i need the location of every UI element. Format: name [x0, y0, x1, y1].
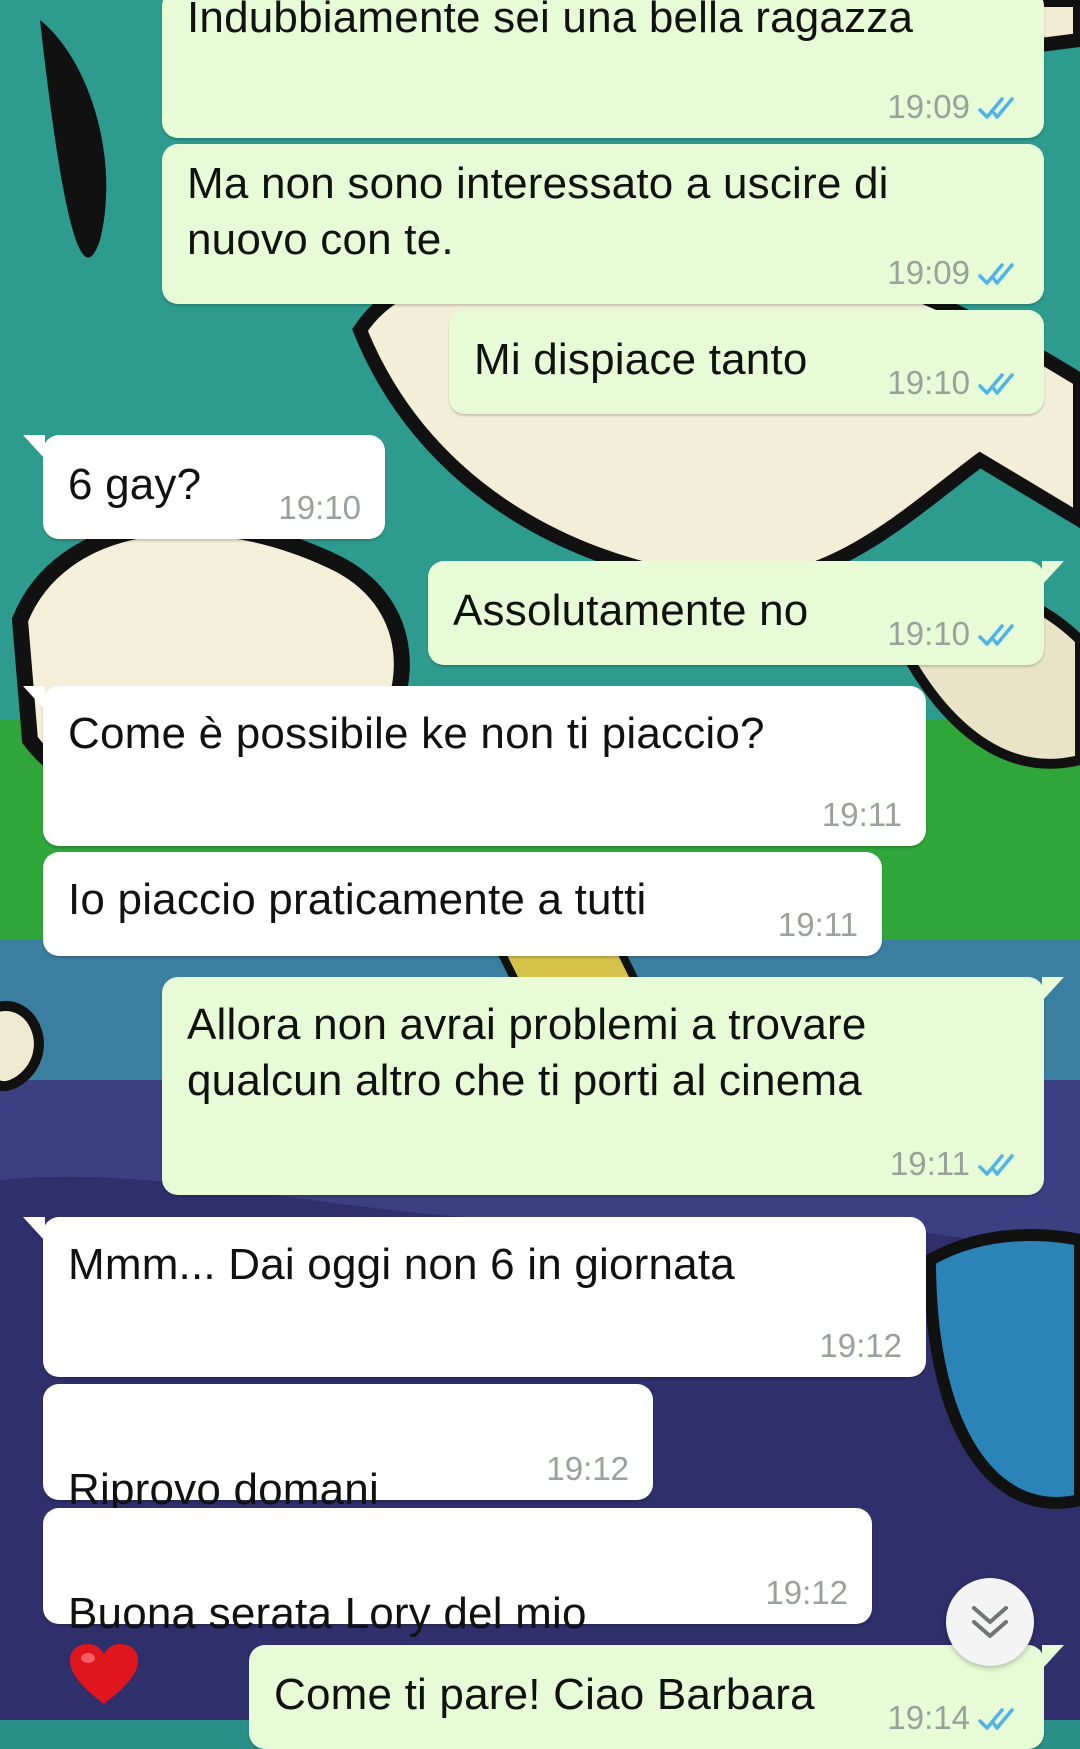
- read-double-check-icon: [978, 1154, 1014, 1176]
- message-bubble-incoming[interactable]: 6 gay? 19:10: [23, 435, 385, 539]
- message-bubble-incoming[interactable]: Buona serata Lory del mio 19:12: [43, 1508, 872, 1704]
- message-bubble-incoming[interactable]: Come è possibile ke non ti piaccio? 19:1…: [23, 686, 926, 846]
- scroll-to-bottom-button[interactable]: [946, 1578, 1034, 1666]
- message-meta: 19:11: [778, 906, 858, 944]
- message-time: 19:12: [546, 1450, 629, 1487]
- read-double-check-icon: [978, 1708, 1014, 1730]
- message-text: Ma non sono interessato a uscire di nuov…: [187, 159, 889, 264]
- message-time: 19:12: [765, 1574, 848, 1611]
- message-meta: 19:11: [890, 1145, 1022, 1183]
- message-bubble-outgoing[interactable]: Allora non avrai problemi a trovare qual…: [162, 977, 1064, 1195]
- read-double-check-icon: [978, 263, 1014, 285]
- message-meta: 19:09: [887, 88, 1022, 126]
- read-double-check-icon: [978, 373, 1014, 395]
- message-meta: 19:12: [819, 1327, 902, 1365]
- message-meta: 19:09: [887, 254, 1022, 292]
- message-time: 19:11: [889, 1145, 970, 1182]
- message-meta: 19:10: [887, 364, 1022, 402]
- message-text-content: Buona serata Lory del mio: [68, 1589, 587, 1638]
- message-bubble-outgoing[interactable]: Come ti pare! Ciao Barbara 19:14: [249, 1645, 1064, 1749]
- read-double-check-icon: [978, 97, 1014, 119]
- message-bubble-outgoing[interactable]: Indubbiamente sei una bella ragazza 19:0…: [162, 0, 1044, 138]
- message-time: 19:14: [887, 1699, 970, 1736]
- red-heart-icon: [70, 1644, 138, 1704]
- message-bubble-outgoing[interactable]: Mi dispiace tanto 19:10: [449, 310, 1044, 414]
- message-text: Come è possibile ke non ti piaccio?: [68, 709, 765, 758]
- message-text: Mi dispiace tanto: [474, 335, 808, 384]
- message-meta: 19:10: [278, 489, 361, 527]
- message-bubble-incoming[interactable]: Io piaccio praticamente a tutti 19:11: [43, 852, 882, 956]
- message-text: 6 gay?: [68, 460, 202, 509]
- message-bubble-outgoing[interactable]: Ma non sono interessato a uscire di nuov…: [162, 144, 1044, 304]
- message-time: 19:12: [819, 1327, 902, 1364]
- message-time: 19:09: [887, 88, 970, 125]
- message-meta: 19:12: [765, 1574, 848, 1612]
- message-time: 19:09: [887, 254, 970, 291]
- message-bubble-outgoing[interactable]: Assolutamente no 19:10: [428, 561, 1064, 665]
- message-time: 19:10: [887, 364, 970, 401]
- read-double-check-icon: [978, 624, 1014, 646]
- message-text: Come ti pare! Ciao Barbara: [274, 1670, 815, 1719]
- message-text: Assolutamente no: [453, 586, 809, 635]
- message-bubble-incoming[interactable]: Mmm... Dai oggi non 6 in giornata 19:12: [23, 1217, 926, 1377]
- message-meta: 19:14: [887, 1699, 1022, 1737]
- message-time: 19:10: [887, 615, 970, 652]
- double-chevron-down-icon: [972, 1606, 1008, 1638]
- message-time: 19:11: [821, 796, 902, 833]
- message-text-content: Riprovo domani: [68, 1465, 379, 1514]
- message-meta: 19:12: [546, 1450, 629, 1488]
- message-time: 19:10: [278, 489, 361, 526]
- message-text: Mmm... Dai oggi non 6 in giornata: [68, 1240, 735, 1289]
- message-text: Allora non avrai problemi a trovare qual…: [187, 1000, 867, 1105]
- message-bubble-incoming[interactable]: Riprovo domani 19:12: [43, 1384, 653, 1584]
- message-text: Indubbiamente sei una bella ragazza: [187, 0, 914, 42]
- message-text: Io piaccio praticamente a tutti: [68, 875, 647, 924]
- message-meta: 19:11: [822, 796, 902, 834]
- message-time: 19:11: [777, 906, 858, 943]
- message-meta: 19:10: [887, 615, 1022, 653]
